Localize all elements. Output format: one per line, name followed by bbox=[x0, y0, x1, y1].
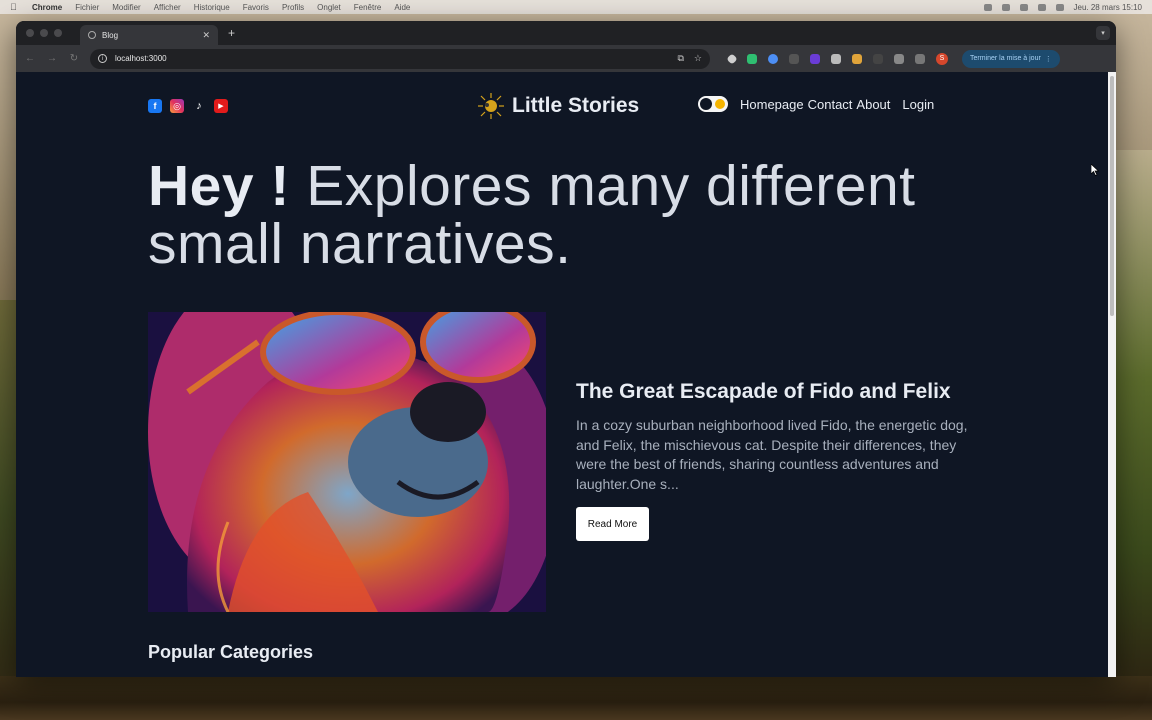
nav-contact[interactable]: Contact bbox=[808, 97, 853, 112]
menubar-status: Jeu. 28 mars 15:10 bbox=[983, 3, 1142, 12]
hero-bold: Hey ! bbox=[148, 154, 290, 218]
menu-tab[interactable]: Onglet bbox=[317, 3, 341, 12]
menu-profiles[interactable]: Profils bbox=[282, 3, 304, 12]
apple-icon[interactable]:  bbox=[10, 2, 20, 12]
dog-sunglasses-illustration bbox=[148, 312, 546, 612]
logo-text: Little Stories bbox=[512, 94, 640, 117]
theme-toggle[interactable] bbox=[698, 96, 728, 112]
featured-post-title[interactable]: The Great Escapade of Fido and Felix bbox=[576, 380, 986, 404]
featured-post: The Great Escapade of Fido and Felix In … bbox=[576, 380, 986, 541]
menu-file[interactable]: Fichier bbox=[75, 3, 99, 12]
menu-app[interactable]: Chrome bbox=[32, 3, 62, 12]
facebook-icon[interactable]: f bbox=[148, 99, 162, 113]
menu-edit[interactable]: Modifier bbox=[112, 3, 140, 12]
battery-icon[interactable] bbox=[1001, 3, 1010, 11]
control-center-icon[interactable] bbox=[1055, 3, 1064, 11]
desktop-wallpaper-bottom bbox=[0, 676, 1152, 720]
macos-menubar:  Chrome Fichier Modifier Afficher Histo… bbox=[0, 0, 1152, 14]
menu-window[interactable]: Fenêtre bbox=[354, 3, 382, 12]
menu-bookmarks[interactable]: Favoris bbox=[243, 3, 269, 12]
instagram-icon[interactable]: ◎ bbox=[170, 99, 184, 113]
mouse-cursor-icon bbox=[1091, 164, 1099, 176]
site-header: f ◎ ♪ ▶ Little Stories Homepage Contact … bbox=[148, 91, 934, 121]
page-scrollbar[interactable] bbox=[1108, 72, 1116, 677]
social-links: f ◎ ♪ ▶ bbox=[148, 99, 228, 113]
read-more-button[interactable]: Read More bbox=[576, 507, 649, 541]
sun-icon bbox=[715, 99, 725, 109]
nav-links: Homepage Contact About Login bbox=[698, 96, 938, 112]
menubar-clock[interactable]: Jeu. 28 mars 15:10 bbox=[1074, 3, 1142, 12]
wifi-icon[interactable] bbox=[1019, 3, 1028, 11]
menu-help[interactable]: Aide bbox=[394, 3, 410, 12]
nav-homepage[interactable]: Homepage bbox=[740, 97, 804, 112]
logo-icon bbox=[478, 93, 504, 119]
tiktok-icon[interactable]: ♪ bbox=[192, 99, 206, 113]
featured-post-image[interactable] bbox=[148, 312, 546, 612]
toggle-knob bbox=[700, 98, 712, 110]
menu-view[interactable]: Afficher bbox=[154, 3, 181, 12]
search-icon[interactable] bbox=[1037, 3, 1046, 11]
hero-heading: Hey ! Explores many different small narr… bbox=[148, 157, 1028, 273]
desktop-wallpaper-right bbox=[1112, 150, 1152, 720]
blog-page: f ◎ ♪ ▶ Little Stories Homepage Contact … bbox=[16, 72, 1108, 677]
youtube-icon[interactable]: ▶ bbox=[214, 99, 228, 113]
scrollbar-thumb[interactable] bbox=[1110, 76, 1114, 316]
featured-post-excerpt: In a cozy suburban neighborhood lived Fi… bbox=[576, 417, 968, 492]
menu-history[interactable]: Historique bbox=[194, 3, 230, 12]
popular-categories-title: Popular Categories bbox=[148, 642, 314, 662]
nav-about[interactable]: About bbox=[856, 97, 890, 112]
site-logo[interactable]: Little Stories bbox=[476, 91, 639, 121]
page-viewport: f ◎ ♪ ▶ Little Stories Homepage Contact … bbox=[16, 21, 1116, 677]
status-icon[interactable] bbox=[983, 3, 992, 11]
nav-login[interactable]: Login bbox=[902, 97, 934, 112]
